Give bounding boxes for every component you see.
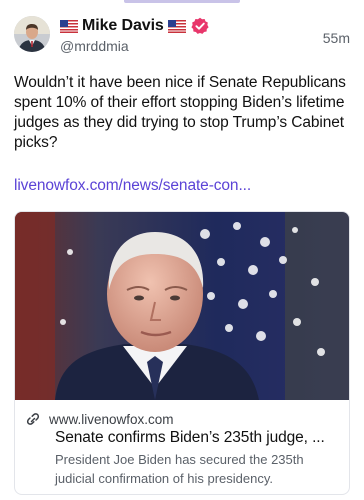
card-domain: www.livenowfox.com [49,411,174,427]
author-display-name[interactable]: Mike Davis [82,17,164,35]
author-name-row[interactable]: Mike Davis [60,15,209,37]
article-photo[interactable] [15,212,349,400]
post-link[interactable]: livenowfox.com/news/senate-con... [14,177,251,195]
link-icon [25,411,41,427]
author-handle[interactable]: @mrddmia [60,38,129,54]
post-timestamp: 55m [322,30,350,46]
avatar[interactable] [14,16,50,52]
post: Mike Davis @mrddmia 55m Wouldn’t it have… [0,0,364,500]
link-card[interactable]: www.livenowfox.com Senate confirms Biden… [14,211,350,495]
card-link-row[interactable]: www.livenowfox.com [25,411,174,427]
card-title[interactable]: Senate confirms Biden’s 235th judge, ... [55,429,345,447]
us-flag-icon [167,19,186,33]
card-description: President Joe Biden has secured the 235t… [55,452,304,486]
verified-badge-icon [191,17,209,35]
post-text: Wouldn’t it have been nice if Senate Rep… [14,74,346,151]
us-flag-icon [60,19,78,33]
